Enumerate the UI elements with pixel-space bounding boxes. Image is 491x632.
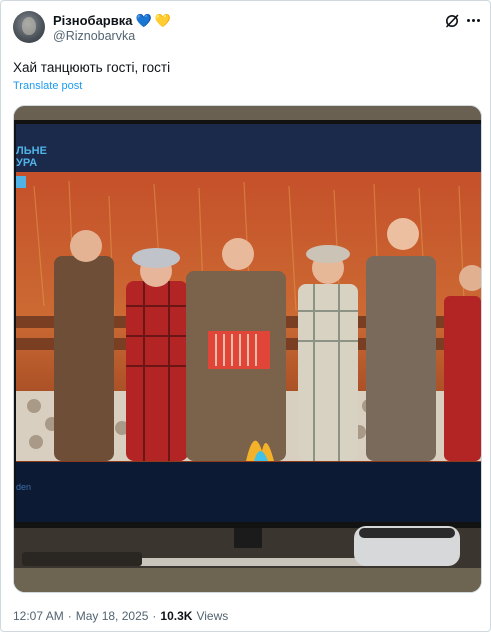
tv-stage-photo: ЛЬНЕ УРА den (14, 106, 481, 592)
meta-separator: · (67, 609, 72, 623)
tweet-card: Різнобарвка 💙 💛 @Riznobarvka Хай танцюют… (0, 0, 491, 632)
views-count[interactable]: 10.3K (160, 609, 192, 623)
author-handle[interactable]: @Riznobarvka (53, 29, 135, 43)
tv-bottom-text: den (16, 482, 31, 492)
tweet-text: Хай танцюють гості, гості (13, 60, 171, 75)
translate-post-link[interactable]: Translate post (13, 80, 82, 92)
avatar[interactable] (13, 11, 45, 43)
tweet-date[interactable]: May 18, 2025 (76, 609, 149, 623)
yellow-heart-emoji: 💛 (154, 12, 171, 28)
tv-overlay-text-1: ЛЬНЕ (16, 145, 47, 157)
grok-icon[interactable] (444, 13, 460, 29)
tweet-meta: 12:07 AM · May 18, 2025 · 10.3K Views (13, 609, 228, 623)
meta-separator: · (152, 609, 157, 623)
tweet-photo[interactable]: ЛЬНЕ УРА den (13, 105, 482, 593)
views-label: Views (196, 609, 229, 623)
more-dots-icon[interactable] (467, 19, 480, 22)
author-name-row: Різнобарвка 💙 💛 (53, 12, 171, 28)
blue-heart-emoji: 💙 (135, 12, 152, 28)
author-display-name[interactable]: Різнобарвка (53, 13, 132, 28)
tweet-time[interactable]: 12:07 AM (13, 609, 64, 623)
tv-overlay-text-2: УРА (16, 157, 37, 169)
